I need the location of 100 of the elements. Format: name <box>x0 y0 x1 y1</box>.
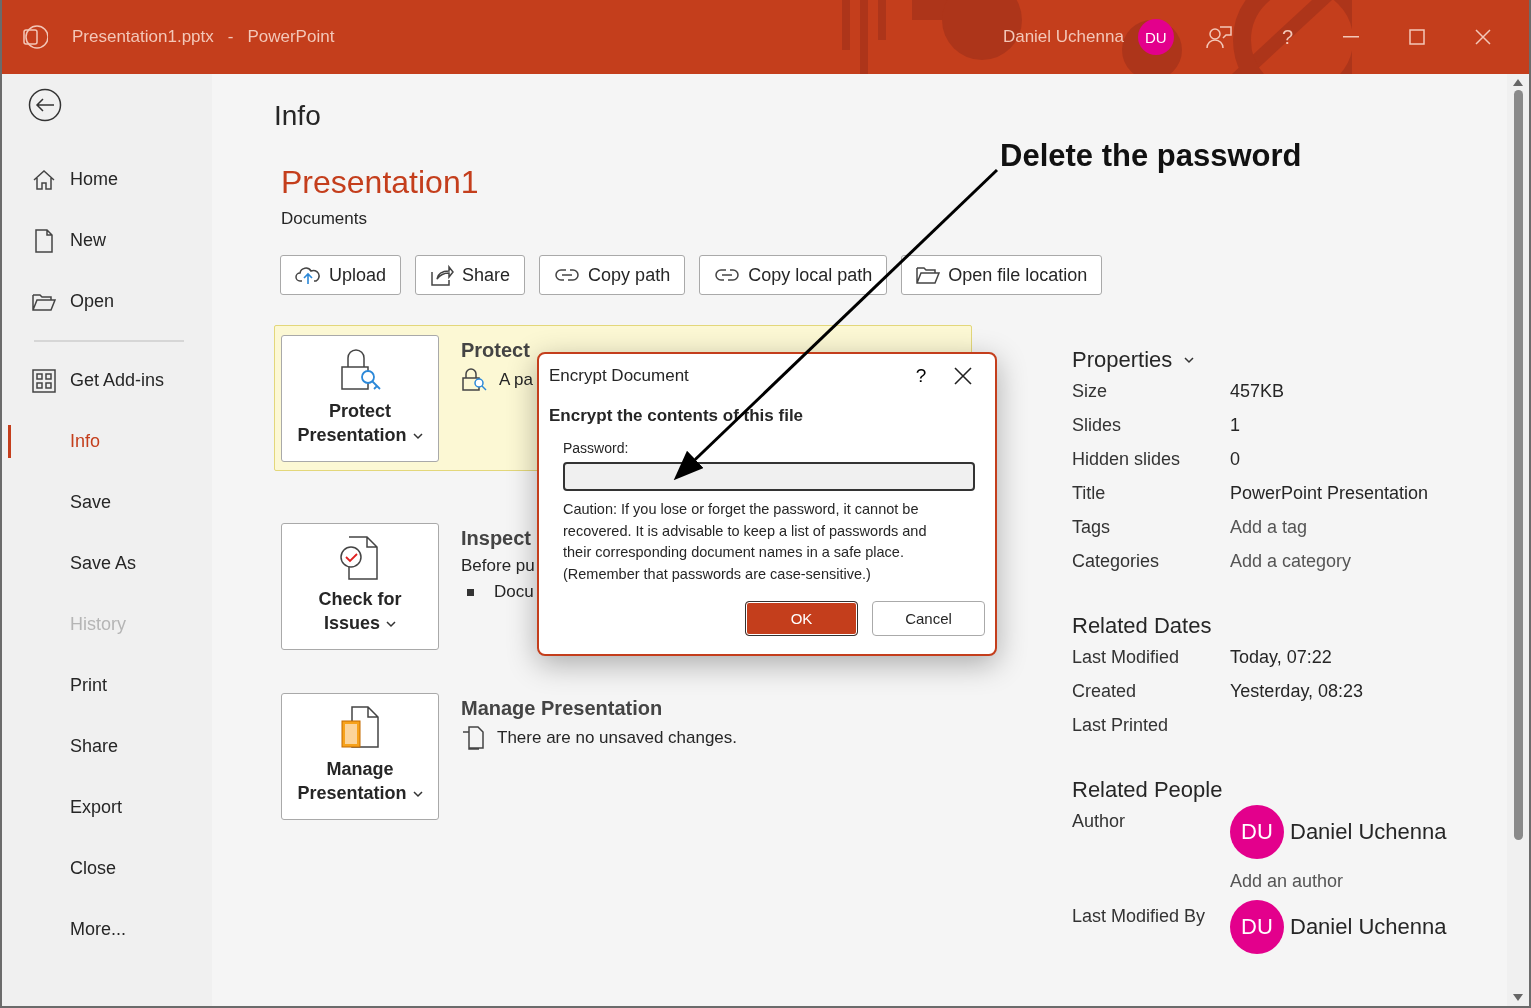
property-label: Last Printed <box>1072 715 1170 736</box>
property-label: Tags <box>1072 517 1112 538</box>
person-name[interactable]: Daniel Uchenna <box>1290 819 1447 845</box>
property-link[interactable]: Add a tag <box>1230 517 1472 538</box>
sidebar-item[interactable]: Save As <box>2 533 212 594</box>
sidebar-item[interactable]: Save <box>2 472 212 533</box>
user-name: Daniel Uchenna <box>1002 27 1124 47</box>
person-chat-icon <box>1205 25 1232 49</box>
bullet-mark <box>467 588 474 596</box>
section-button[interactable]: Manage Presentation <box>281 693 439 820</box>
properties-heading[interactable]: Properties <box>1072 347 1173 373</box>
cloud-upload-icon <box>295 265 321 285</box>
action-button[interactable]: Share <box>415 255 526 295</box>
sidebar-item[interactable]: Info <box>2 411 212 472</box>
scrollbar-thumb[interactable] <box>1513 90 1523 840</box>
scroll-up-icon <box>1513 78 1523 86</box>
maximize-icon <box>1409 29 1425 45</box>
property-label: Slides <box>1072 415 1123 436</box>
property-label: Last Modified By <box>1072 906 1207 927</box>
sidebar-item[interactable]: Get Add-ins <box>2 350 212 411</box>
section-text: Docu <box>494 582 534 602</box>
property-label: Last Modified <box>1072 647 1181 668</box>
dialog-title: Encrypt Document <box>549 366 690 386</box>
user-avatar[interactable]: DU <box>1137 19 1174 55</box>
caret-icon <box>386 620 396 628</box>
action-button[interactable]: Upload <box>280 255 402 295</box>
property-value: PowerPoint Presentation <box>1230 483 1430 504</box>
home-icon <box>32 167 56 192</box>
close-icon <box>954 367 972 385</box>
document-check-icon <box>339 535 381 581</box>
property-label: Author <box>1072 811 1127 832</box>
property-label: Categories <box>1072 551 1161 572</box>
document-icon <box>34 228 54 253</box>
link-icon <box>554 267 581 283</box>
lock-key-icon <box>338 347 382 393</box>
file-name: Presentation1 <box>281 164 479 201</box>
sidebar-item[interactable]: Open <box>2 271 212 332</box>
property-label: Created <box>1072 681 1138 702</box>
document-title: Presentation1.pptx <box>72 27 214 47</box>
folder-icon <box>916 265 941 285</box>
section-button[interactable]: Check for Issues <box>281 523 439 650</box>
sidebar-item[interactable]: Print <box>2 655 212 716</box>
lock-key-icon <box>461 368 487 392</box>
caution-text: Caution: If you lose or forget the password, it cannot be recovered. It is advisable to keep a list of passwords and their corresponding document names in a safe place. (Remember that passwords are case-sensitive.) <box>563 500 928 584</box>
property-value: Yesterday, 08:23 <box>1230 681 1365 702</box>
page-heading: Info <box>274 100 321 132</box>
back-button[interactable] <box>28 88 62 122</box>
annotation-text: Delete the password <box>1000 138 1302 174</box>
sidebar-item[interactable]: More... <box>2 899 212 960</box>
folder-icon <box>32 291 56 312</box>
person-name[interactable]: Daniel Uchenna <box>1290 914 1447 940</box>
properties-heading: Related Dates <box>1072 613 1212 639</box>
properties-heading: Related People <box>1072 777 1223 803</box>
action-button[interactable]: Copy path <box>539 255 686 295</box>
link-icon <box>714 267 741 283</box>
dialog-heading: Encrypt the contents of this file <box>549 406 805 426</box>
caret-icon <box>1184 356 1195 364</box>
caret-icon <box>412 790 423 798</box>
person-avatar: DU <box>1230 805 1284 859</box>
sidebar-item[interactable]: New <box>2 210 212 271</box>
property-link[interactable]: Add a category <box>1230 551 1472 572</box>
person-avatar: DU <box>1230 900 1284 954</box>
minimize-icon <box>1343 36 1359 38</box>
title-separator: - <box>227 27 234 47</box>
action-button[interactable]: Copy local path <box>699 255 888 295</box>
section-text: A pa <box>499 370 534 390</box>
ok-button[interactable]: OK <box>745 601 858 636</box>
action-button[interactable]: Open file location <box>901 255 1103 295</box>
caret-icon <box>412 432 423 440</box>
file-location: Documents <box>281 209 367 229</box>
sidebar-item[interactable]: Close <box>2 838 212 899</box>
property-link[interactable]: Add an author <box>1230 871 1472 892</box>
section-button[interactable]: Protect Presentation <box>281 335 439 462</box>
sidebar-item[interactable]: Share <box>2 716 212 777</box>
app-name: PowerPoint <box>247 27 335 47</box>
app-logo-icon <box>22 24 48 50</box>
property-label: Title <box>1072 483 1107 504</box>
section-text: There are no unsaved changes. <box>497 728 738 748</box>
property-label: Size <box>1072 381 1108 402</box>
field-label: Password: <box>563 440 630 456</box>
help-button[interactable]: ? <box>1263 25 1311 49</box>
sidebar-item[interactable]: Export <box>2 777 212 838</box>
scrollbar[interactable] <box>1507 74 1529 1006</box>
share-icon <box>430 264 455 286</box>
documents-icon <box>461 726 485 750</box>
documents-icon <box>340 705 380 751</box>
grid-icon <box>32 368 56 393</box>
property-value: 1 <box>1230 415 1241 436</box>
cancel-button[interactable]: Cancel <box>872 601 985 636</box>
close-icon <box>1475 29 1491 45</box>
sidebar-item[interactable]: Home <box>2 149 212 210</box>
property-value: 457KB <box>1230 381 1286 402</box>
password-field[interactable] <box>563 462 975 491</box>
property-label: Hidden slides <box>1072 449 1182 470</box>
property-value: 0 <box>1230 449 1241 470</box>
section-heading: Manage Presentation <box>461 697 664 720</box>
help-button[interactable]: ? <box>901 364 941 388</box>
section-text: Before pu <box>461 556 535 576</box>
property-value: Today, 07:22 <box>1230 647 1333 668</box>
section-heading: Inspect <box>461 527 533 550</box>
